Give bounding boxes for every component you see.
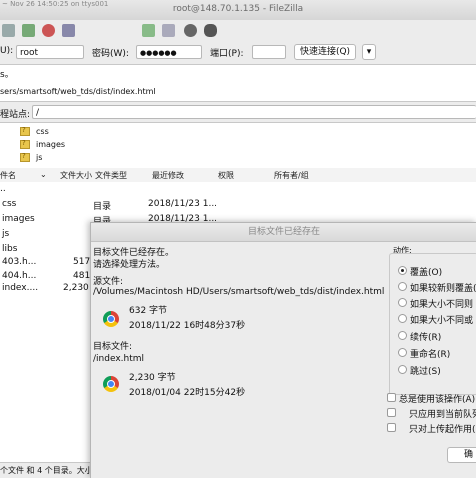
radio-overwrite[interactable] xyxy=(398,266,407,275)
option-label: 跳过(S) xyxy=(410,367,441,377)
chrome-file-icon xyxy=(103,376,119,392)
option-label: 续传(R) xyxy=(410,333,442,343)
file-type: 目录 xyxy=(93,202,112,212)
file-modified: 2018/11/23 1... xyxy=(148,199,218,209)
port-field[interactable] xyxy=(252,45,286,59)
column-modified[interactable]: 最近修改 xyxy=(152,170,184,181)
dialog-title: 目标文件已经存在 xyxy=(91,223,476,242)
file-list-header: 件名 ⌄ 文件大小 文件类型 最近修改 权限 所有者/组 xyxy=(0,168,476,183)
file-name: 404.h... xyxy=(2,271,37,281)
file-name: .. xyxy=(0,184,6,194)
binoculars-icon[interactable] xyxy=(204,24,217,37)
tree-item[interactable]: ? images xyxy=(20,139,66,152)
apply-uploads-only-checkbox[interactable] xyxy=(387,423,396,432)
tree-item[interactable]: ? js xyxy=(20,152,43,165)
remote-site-label: 程站点: xyxy=(0,110,31,120)
column-permissions[interactable]: 权限 xyxy=(218,170,234,181)
file-name: css xyxy=(2,199,17,209)
folder-unknown-icon: ? xyxy=(20,126,30,136)
checkbox-label: 总是使用该操作(A) xyxy=(399,395,476,405)
compare-icon[interactable] xyxy=(142,24,155,37)
table-row[interactable]: 403.h... 517 xyxy=(0,256,90,271)
table-row[interactable]: js xyxy=(0,228,90,243)
source-file-date: 2018/11/22 16时48分37秒 xyxy=(129,321,246,331)
table-row[interactable]: index.... 2,230 xyxy=(0,282,90,297)
always-use-action-checkbox[interactable] xyxy=(387,393,396,402)
table-row[interactable]: .. xyxy=(0,183,300,198)
target-file-label: 目标文件: xyxy=(93,342,133,352)
process-queue-icon[interactable] xyxy=(22,24,35,37)
quickconnect-dropdown[interactable]: ▾ xyxy=(362,44,376,60)
column-owner[interactable]: 所有者/组 xyxy=(274,170,309,181)
cancel-icon[interactable] xyxy=(42,24,55,37)
username-label: U): xyxy=(0,46,14,56)
window-title: root@148.70.1.135 - FileZilla xyxy=(172,4,304,14)
source-file-label: 源文件: xyxy=(93,277,124,287)
log-line: s。 xyxy=(0,70,14,80)
radio-overwrite-if-newer[interactable] xyxy=(398,282,407,291)
target-file-size: 2,230 字节 xyxy=(129,373,176,383)
quickconnect-bar: U): root 密码(W): ●●●●●● 端口(P): 快速连接(Q) ▾ xyxy=(0,40,476,64)
tree-item[interactable]: ? css xyxy=(20,126,49,139)
file-name: libs xyxy=(2,244,18,254)
source-file-path: /Volumes/Macintosh HD/Users/smartsoft/we… xyxy=(93,287,385,297)
target-file-path: /index.html xyxy=(93,354,145,364)
folder-unknown-icon: ? xyxy=(20,152,30,162)
ok-button[interactable]: 确 xyxy=(447,447,476,463)
port-label: 端口(P): xyxy=(210,49,244,59)
remote-path-input[interactable]: / xyxy=(32,105,476,119)
column-filetype[interactable]: 文件类型 xyxy=(95,170,127,181)
password-label: 密码(W): xyxy=(92,49,129,59)
option-label: 如果较新则覆盖( xyxy=(410,284,476,294)
apply-current-queue-checkbox[interactable] xyxy=(387,408,396,417)
status-text: 个文件 和 4 个目录。大小总 xyxy=(0,466,101,475)
reconnect-icon[interactable] xyxy=(62,24,75,37)
option-label: 如果大小不同或 xyxy=(410,316,474,326)
target-file-date: 2018/01/04 22时15分42秒 xyxy=(129,388,246,398)
tree-item-label: js xyxy=(36,153,43,162)
option-label: 覆盖(O) xyxy=(410,268,443,278)
toolbar xyxy=(0,20,476,40)
action-group: 覆盖(O) 如果较新则覆盖( 如果大小不同则 如果大小不同或 续传(R) 重命名… xyxy=(389,253,476,395)
radio-rename[interactable] xyxy=(398,348,407,357)
message-log: s。 sers/smartsoft/web_tds/dist/index.htm… xyxy=(0,64,476,102)
search-files-icon[interactable] xyxy=(184,24,197,37)
option-label: 重命名(R) xyxy=(410,350,451,360)
log-line: sers/smartsoft/web_tds/dist/index.html xyxy=(0,87,156,96)
file-size: 481 xyxy=(73,271,91,281)
username-field[interactable]: root xyxy=(16,45,84,59)
sort-arrow-icon: ⌄ xyxy=(40,170,47,179)
title-bar: ~ Nov 26 14:50:25 on ttys001 root@148.70… xyxy=(0,0,476,21)
source-file-size: 632 字节 xyxy=(129,306,168,316)
quickconnect-button[interactable]: 快速连接(Q) xyxy=(294,44,356,60)
column-filename[interactable]: 件名 xyxy=(0,170,16,181)
site-manager-icon[interactable] xyxy=(2,24,15,37)
tree-item-label: images xyxy=(36,140,66,149)
option-label: 如果大小不同则 xyxy=(410,300,474,310)
file-name: index.... xyxy=(2,283,39,293)
column-filesize[interactable]: 文件大小 xyxy=(60,170,92,181)
chrome-file-icon xyxy=(103,311,119,327)
sync-browse-icon[interactable] xyxy=(162,24,175,37)
checkbox-label: 只应用到当前队列 xyxy=(409,410,476,420)
remote-directory-tree: ? css ? images ? js xyxy=(0,122,476,168)
file-size: 2,230 xyxy=(63,283,89,293)
file-exists-dialog: 目标文件已经存在 目标文件已经存在。 请选择处理方法。 源文件: /Volume… xyxy=(90,222,476,478)
file-size: 517 xyxy=(73,257,91,267)
password-field[interactable]: ●●●●●● xyxy=(136,45,202,59)
remote-site-bar: 程站点: / xyxy=(0,102,476,122)
radio-overwrite-if-size-or-newer[interactable] xyxy=(398,314,407,323)
file-name: images xyxy=(2,214,35,224)
file-name: 403.h... xyxy=(2,257,37,267)
file-name: js xyxy=(2,229,10,239)
table-row[interactable]: css 目录 2018/11/23 1... xyxy=(0,198,300,213)
folder-unknown-icon: ? xyxy=(20,139,30,149)
checkbox-label: 只对上传起作用( xyxy=(409,425,476,435)
dialog-message: 请选择处理方法。 xyxy=(93,260,166,270)
radio-overwrite-if-size-differs[interactable] xyxy=(398,298,407,307)
tree-item-label: css xyxy=(36,127,49,136)
radio-skip[interactable] xyxy=(398,365,407,374)
radio-resume[interactable] xyxy=(398,331,407,340)
